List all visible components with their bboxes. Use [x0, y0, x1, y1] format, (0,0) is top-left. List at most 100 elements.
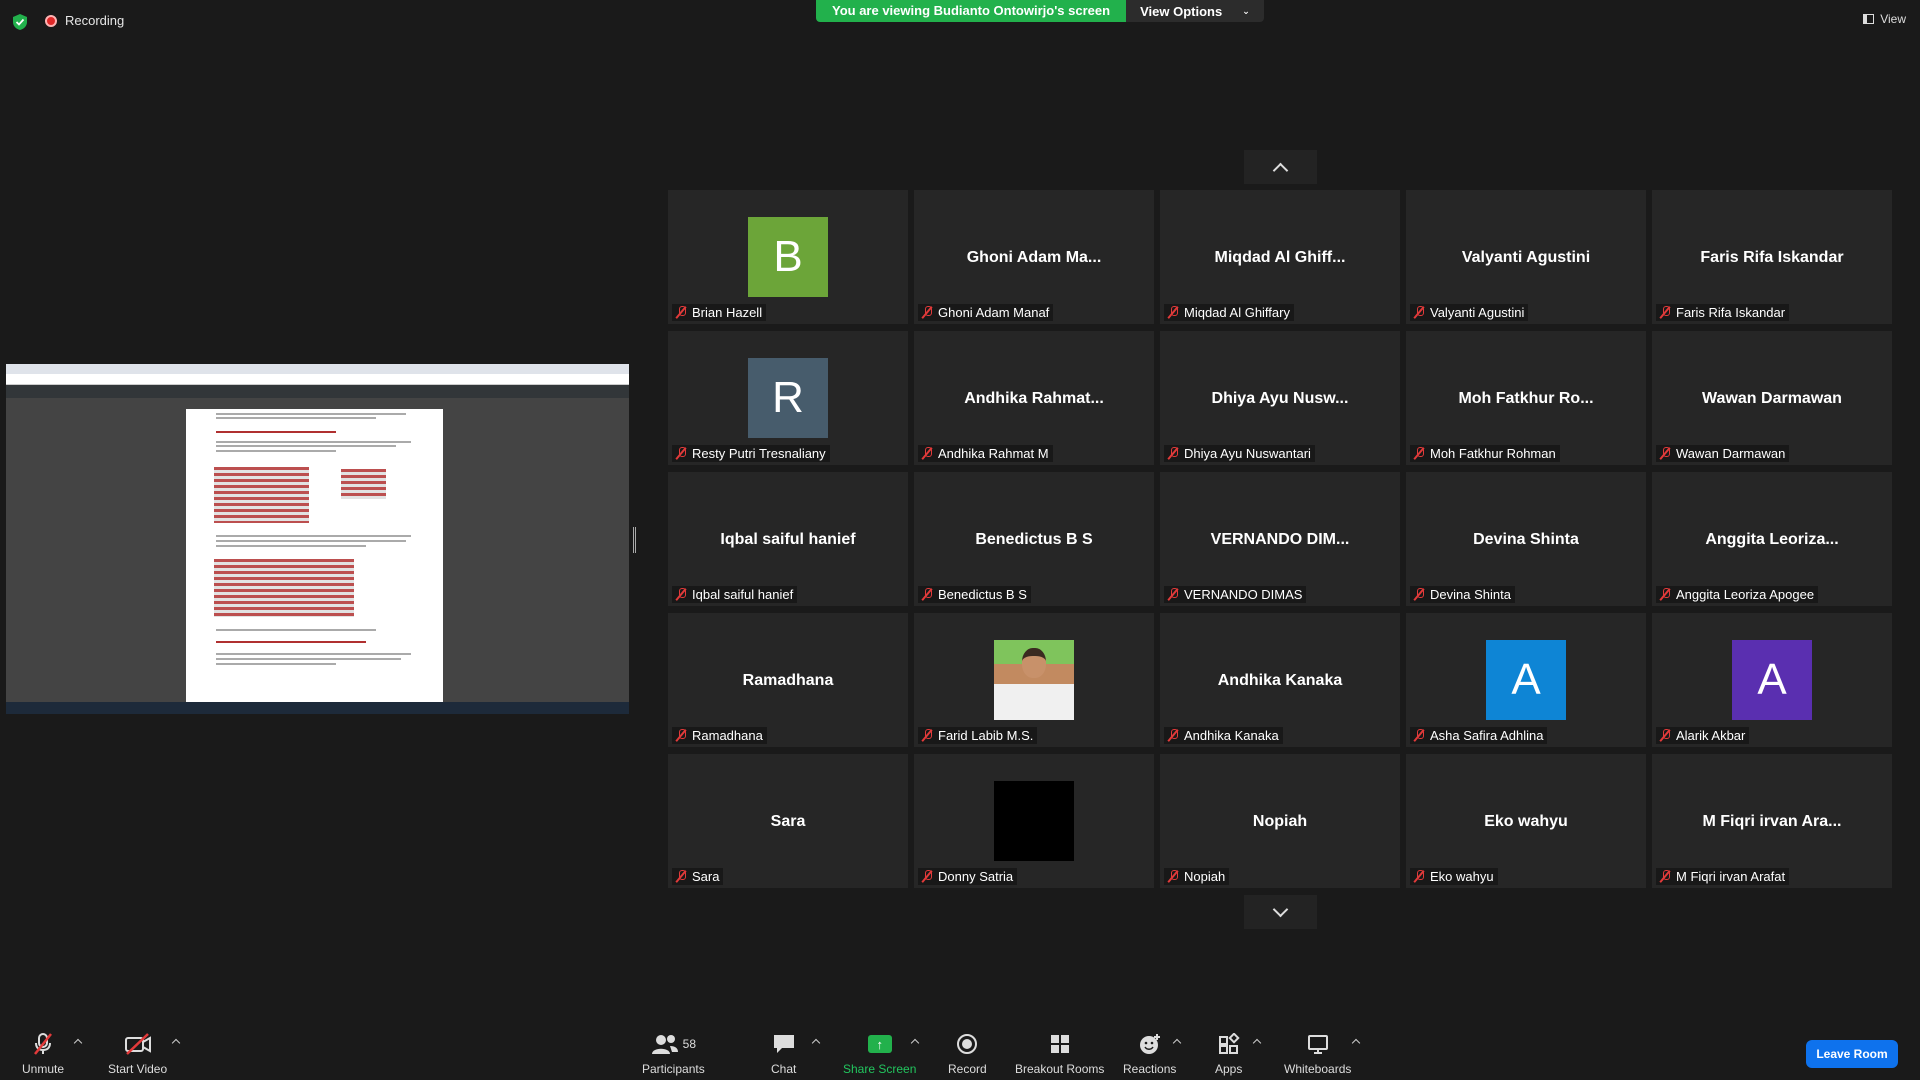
screen-share-banner: You are viewing Budianto Ontowirjo's scr…: [816, 0, 1264, 22]
mic-muted-icon: [1660, 588, 1670, 601]
participant-tile[interactable]: Valyanti Agustini Valyanti Agustini: [1406, 190, 1646, 324]
participant-tile[interactable]: A Alarik Akbar: [1652, 613, 1892, 747]
participant-display-name: Moh Fatkhur Ro...: [1458, 390, 1594, 407]
participant-avatar: A: [1486, 640, 1566, 720]
participant-name-label: VERNANDO DIMAS: [1164, 586, 1307, 603]
participant-name-label: Devina Shinta: [1410, 586, 1515, 603]
participant-name: Sara: [692, 869, 720, 884]
participants-button[interactable]: 58 Participants: [642, 1032, 705, 1076]
shared-pdf-page: [186, 409, 443, 704]
participant-display-name: Benedictus B S: [975, 531, 1093, 548]
split-resize-handle[interactable]: [633, 527, 636, 553]
participant-name: Andhika Kanaka: [1184, 728, 1279, 743]
viewing-screen-label: You are viewing Budianto Ontowirjo's scr…: [816, 0, 1127, 22]
mic-muted-icon: [922, 729, 932, 742]
mic-muted-icon: [1414, 588, 1424, 601]
mic-muted-icon: [676, 306, 686, 319]
participant-name-label: Ramadhana: [672, 727, 767, 744]
participant-display-name: Iqbal saiful hanief: [720, 531, 856, 548]
record-icon: [956, 1032, 978, 1056]
whiteboards-button[interactable]: Whiteboards: [1284, 1032, 1351, 1076]
participant-avatar: R: [748, 358, 828, 438]
participant-tile[interactable]: A Asha Safira Adhlina: [1406, 613, 1646, 747]
participant-tile[interactable]: Farid Labib M.S.: [914, 613, 1154, 747]
participant-avatar: A: [1732, 640, 1812, 720]
participant-display-name: Faris Rifa Iskandar: [1700, 249, 1844, 266]
leave-room-button[interactable]: Leave Room: [1806, 1040, 1898, 1068]
participant-display-name: Wawan Darmawan: [1702, 390, 1842, 407]
participant-tile[interactable]: Sara Sara: [668, 754, 908, 888]
breakout-rooms-button[interactable]: Breakout Rooms: [1015, 1032, 1104, 1076]
apps-button[interactable]: Apps: [1215, 1032, 1242, 1076]
chat-button[interactable]: Chat: [771, 1032, 796, 1076]
participant-tile[interactable]: Andhika Kanaka Andhika Kanaka: [1160, 613, 1400, 747]
shared-screen[interactable]: [6, 364, 629, 714]
shared-browser-tabs: [6, 364, 629, 374]
participant-name-label: M Fiqri irvan Arafat: [1656, 868, 1790, 885]
participant-name: M Fiqri irvan Arafat: [1676, 869, 1786, 884]
participant-display-name: Anggita Leoriza...: [1705, 531, 1839, 548]
participant-tile[interactable]: Moh Fatkhur Ro... Moh Fatkhur Rohman: [1406, 331, 1646, 465]
recording-icon: [45, 14, 57, 27]
participant-tile[interactable]: Devina Shinta Devina Shinta: [1406, 472, 1646, 606]
participant-name-label: Ghoni Adam Manaf: [918, 304, 1054, 321]
chat-options-caret[interactable]: [811, 1038, 821, 1048]
mic-muted-icon: [1660, 729, 1670, 742]
participant-name-label: Donny Satria: [918, 868, 1018, 885]
mic-muted-icon: [1168, 306, 1178, 319]
participant-display-name: Devina Shinta: [1473, 531, 1579, 548]
participant-tile[interactable]: Donny Satria: [914, 754, 1154, 888]
record-button[interactable]: Record: [948, 1032, 987, 1076]
participant-tile[interactable]: VERNANDO DIM... VERNANDO DIMAS: [1160, 472, 1400, 606]
recording-label: Recording: [65, 13, 125, 28]
video-off-icon: [124, 1032, 152, 1056]
mic-muted-icon: [1414, 729, 1424, 742]
mic-muted-icon: [1414, 306, 1424, 319]
gallery-prev-page-button[interactable]: [1244, 150, 1317, 184]
participant-tile[interactable]: Nopiah Nopiah: [1160, 754, 1400, 888]
mic-muted-icon: [1168, 588, 1178, 601]
participant-tile[interactable]: Iqbal saiful hanief Iqbal saiful hanief: [668, 472, 908, 606]
gallery-next-page-button[interactable]: [1244, 895, 1317, 929]
participant-name: Eko wahyu: [1430, 869, 1494, 884]
participant-tile[interactable]: R Resty Putri Tresnaliany: [668, 331, 908, 465]
participant-tile[interactable]: B Brian Hazell: [668, 190, 908, 324]
mic-muted-icon: [1414, 870, 1424, 883]
participant-gallery: B Brian Hazell Ghoni Adam Ma... Ghoni Adam …: [668, 190, 1892, 888]
participant-tile[interactable]: Benedictus B S Benedictus B S: [914, 472, 1154, 606]
participant-tile[interactable]: Faris Rifa Iskandar Faris Rifa Iskandar: [1652, 190, 1892, 324]
participant-tile[interactable]: Miqdad Al Ghiff... Miqdad Al Ghiffary: [1160, 190, 1400, 324]
unmute-button[interactable]: Unmute: [22, 1032, 64, 1076]
chevron-up-icon: [1272, 162, 1289, 178]
participant-tile[interactable]: Andhika Rahmat... Andhika Rahmat M: [914, 331, 1154, 465]
participant-name: Miqdad Al Ghiffary: [1184, 305, 1290, 320]
reactions-button[interactable]: Reactions: [1123, 1032, 1176, 1076]
start-video-button[interactable]: Start Video: [108, 1032, 167, 1076]
share-screen-button[interactable]: ↑ Share Screen: [843, 1032, 916, 1076]
participant-tile[interactable]: Ghoni Adam Ma... Ghoni Adam Manaf: [914, 190, 1154, 324]
participant-display-name: Nopiah: [1252, 813, 1308, 830]
participant-tile[interactable]: Ramadhana Ramadhana: [668, 613, 908, 747]
mic-muted-icon: [31, 1032, 55, 1056]
participant-name-label: Wawan Darmawan: [1656, 445, 1790, 462]
video-options-caret[interactable]: [171, 1038, 181, 1048]
participant-display-name: Eko wahyu: [1484, 813, 1568, 830]
view-button[interactable]: View: [1863, 12, 1906, 26]
participant-tile[interactable]: Dhiya Ayu Nusw... Dhiya Ayu Nuswantari: [1160, 331, 1400, 465]
participant-name: Ghoni Adam Manaf: [938, 305, 1050, 320]
recording-indicator[interactable]: Recording: [45, 13, 124, 28]
apps-icon: [1218, 1032, 1240, 1056]
shield-icon[interactable]: [12, 13, 28, 31]
participant-name: Dhiya Ayu Nuswantari: [1184, 446, 1311, 461]
participant-tile[interactable]: Anggita Leoriza... Anggita Leoriza Apogee: [1652, 472, 1892, 606]
view-options-button[interactable]: View Options ⌄: [1126, 0, 1264, 22]
audio-options-caret[interactable]: [73, 1038, 83, 1048]
whiteboard-icon: [1307, 1032, 1329, 1056]
participant-name-label: Miqdad Al Ghiffary: [1164, 304, 1294, 321]
participant-tile[interactable]: Eko wahyu Eko wahyu: [1406, 754, 1646, 888]
participant-display-name: Miqdad Al Ghiff...: [1214, 249, 1346, 266]
whiteboards-options-caret[interactable]: [1351, 1038, 1361, 1048]
participant-tile[interactable]: Wawan Darmawan Wawan Darmawan: [1652, 331, 1892, 465]
participant-tile[interactable]: M Fiqri irvan Ara... M Fiqri irvan Arafat: [1652, 754, 1892, 888]
apps-options-caret[interactable]: [1252, 1038, 1262, 1048]
